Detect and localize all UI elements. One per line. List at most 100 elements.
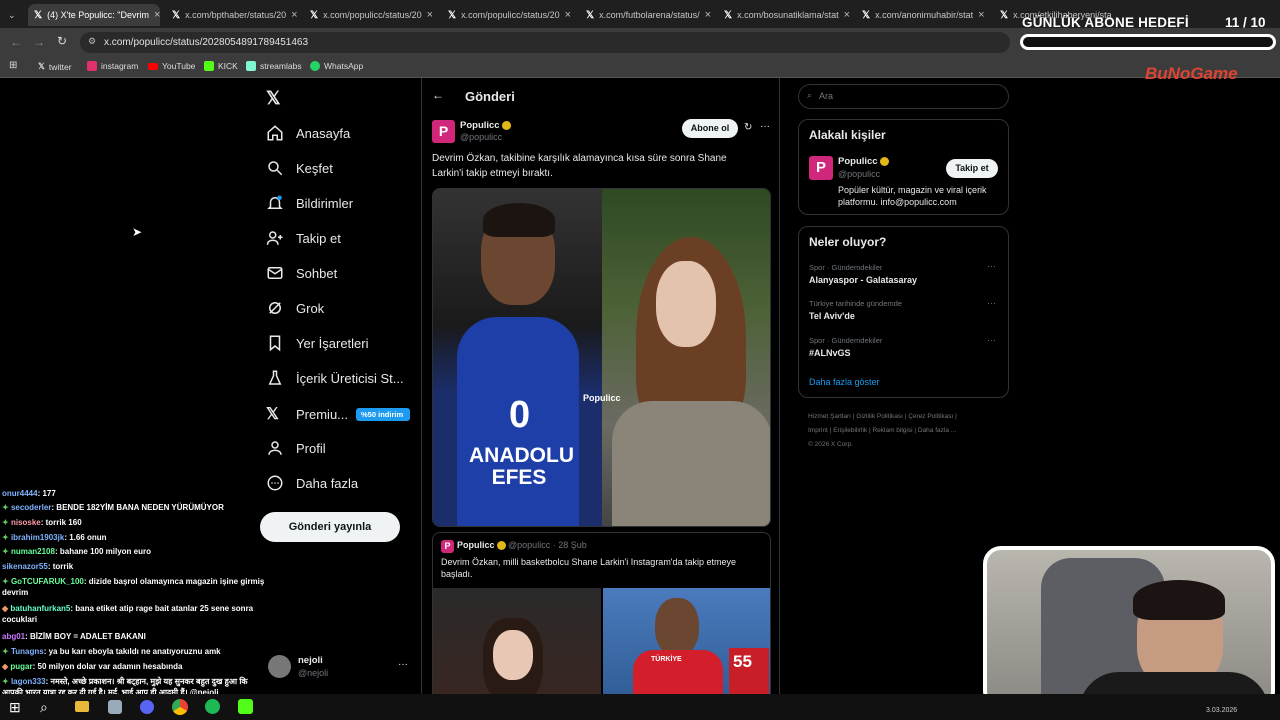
chat-text: : bahane 100 milyon euro — [54, 547, 151, 556]
spotify-icon[interactable] — [205, 699, 220, 714]
discord-icon[interactable] — [140, 700, 154, 714]
close-icon[interactable]: × — [427, 9, 433, 21]
apps-grid-icon[interactable]: ⊞ — [9, 60, 17, 71]
follow-button[interactable]: Takip et — [946, 159, 998, 178]
footer-link[interactable]: Daha fazla ... — [918, 427, 956, 434]
more-icon[interactable]: ··· — [987, 298, 996, 308]
footer-link[interactable]: Reklam bilgisi — [872, 427, 912, 434]
reload-icon[interactable]: ↻ — [57, 34, 67, 48]
url-input[interactable]: ⚙ x.com/populicc/status/2028054891789451… — [80, 32, 1010, 53]
bookmark-instagram[interactable]: instagram — [87, 61, 138, 71]
chat-message: ◆ pugar: 50 milyon dolar var adamın hesa… — [2, 661, 270, 672]
badge-icon: ✦ — [2, 677, 11, 686]
trend-item[interactable]: Spor · Gündemdekiler Alanyaspor - Galatas… — [809, 263, 999, 285]
post-button[interactable]: Gönderi yayınla — [260, 512, 400, 542]
tab-active[interactable]: 𝕏 (4) X'te Populicc: "Devrim × — [28, 4, 160, 26]
chat-user: numan2108 — [10, 547, 55, 556]
trend-item[interactable]: Spor · Gündemdekiler #ALNvGS — [809, 336, 999, 358]
app-icon[interactable] — [108, 700, 122, 714]
more-icon[interactable]: ··· — [760, 121, 770, 132]
close-icon[interactable]: × — [978, 9, 984, 21]
footer-link[interactable]: Erişilebilirlik — [833, 427, 867, 434]
trend-item[interactable]: Türkiye tarihinde gündemde Tel Aviv'de — [809, 299, 999, 321]
nav-profile[interactable]: Profil — [266, 439, 326, 457]
nav-premium[interactable]: 𝕏 Premiu... %50 indirim — [266, 404, 411, 424]
back-icon[interactable]: ← — [10, 35, 22, 49]
bookmark-youtube[interactable]: YouTube — [148, 61, 195, 71]
close-icon[interactable]: × — [565, 9, 571, 21]
author-avatar[interactable]: P — [432, 120, 455, 143]
file-explorer-icon[interactable] — [75, 701, 89, 712]
footer-link[interactable]: Imprint — [808, 427, 828, 434]
author-name-row[interactable]: Populicc — [460, 120, 511, 131]
show-more-link[interactable]: Daha fazla göster — [809, 377, 880, 387]
badge-icon: ✦ — [2, 647, 11, 656]
more-icon[interactable]: ··· — [398, 659, 408, 670]
nav-creator-studio[interactable]: İçerik Üreticisi St... — [266, 369, 404, 387]
site-info-icon[interactable]: ⚙ — [88, 36, 96, 47]
nav-chat[interactable]: Sohbet — [266, 264, 337, 282]
x-logo-icon[interactable]: 𝕏 — [266, 88, 281, 109]
close-icon[interactable]: × — [154, 9, 160, 21]
chrome-icon[interactable] — [172, 699, 188, 715]
nav-follow[interactable]: Takip et — [266, 229, 341, 247]
subscribe-button[interactable]: Abone ol — [682, 119, 738, 138]
tab-list-button[interactable]: ⌄ — [2, 4, 24, 26]
webcam-frame — [983, 546, 1275, 709]
bookmark-streamlabs[interactable]: streamlabs — [246, 61, 302, 71]
bookmark-whatsapp[interactable]: WhatsApp — [310, 61, 363, 71]
post-image[interactable]: 0 ANADOLU EFES Populicc — [432, 188, 771, 527]
nav-more[interactable]: Daha fazla — [266, 474, 358, 492]
nav-home[interactable]: Anasayfa — [266, 124, 350, 142]
back-arrow-icon[interactable]: ← — [432, 88, 444, 102]
footer-link[interactable]: Gizlilik Politikası — [856, 413, 903, 420]
related-name-row[interactable]: Populicc — [838, 156, 889, 167]
more-icon[interactable]: ··· — [987, 261, 996, 271]
nav-grok[interactable]: Grok — [266, 299, 324, 317]
footer-link[interactable]: Çerez Politikası — [908, 413, 953, 420]
search-input[interactable]: ⌕ Ara — [798, 84, 1009, 109]
kick-icon[interactable] — [238, 699, 253, 714]
tab[interactable]: 𝕏x.com/futbolarena/status/ × — [580, 4, 714, 26]
tab[interactable]: 𝕏x.com/bpthaber/status/20 × — [166, 4, 300, 26]
close-icon[interactable]: × — [844, 9, 850, 21]
tab[interactable]: 𝕏x.com/bosunatiklama/stat × — [718, 4, 852, 26]
forward-icon[interactable]: → — [33, 35, 45, 49]
tab[interactable]: 𝕏x.com/anonimuhabir/stat × — [856, 4, 990, 26]
footer-link[interactable]: Hizmet Şartları — [808, 413, 851, 420]
nav-notifications[interactable]: Bildirimler — [266, 194, 353, 212]
tab[interactable]: 𝕏x.com/populicc/status/20 × — [304, 4, 438, 26]
tab[interactable]: 𝕏x.com/populicc/status/20 × — [442, 4, 576, 26]
search-icon[interactable]: ⌕ — [40, 699, 48, 716]
windows-icon[interactable]: ⊞ — [9, 699, 21, 716]
chat-user: pugar — [10, 662, 33, 671]
grok-icon[interactable]: ↻ — [744, 122, 752, 133]
woman-photo — [602, 189, 770, 526]
add-user-icon — [266, 231, 283, 245]
close-icon[interactable]: × — [291, 9, 297, 21]
nav-explore[interactable]: Keşfet — [266, 159, 333, 177]
close-icon[interactable]: × — [705, 9, 711, 21]
player-photo: 0 ANADOLU EFES — [433, 189, 602, 526]
quoted-post[interactable]: P Populicc @populicc · 28 Şub Devrim Özk… — [432, 532, 771, 702]
chat-text: : BİZİM BOY = ADALET BAKANI — [25, 632, 146, 641]
author-handle: @populicc — [838, 169, 881, 179]
bookmark-label: instagram — [101, 61, 139, 71]
chat-message: ◆ batuhanfurkan5: bana etiket atip rage … — [2, 603, 270, 625]
avatar[interactable] — [268, 655, 291, 678]
more-icon[interactable]: ··· — [987, 335, 996, 345]
tab-label: (4) X'te Populicc: "Devrim — [47, 10, 150, 20]
bookmark-label: KICK — [218, 61, 238, 71]
account-name: nejoli — [298, 655, 323, 666]
chat-text: : 50 milyon dolar var adamın hesabında — [32, 662, 183, 671]
woman-coat — [612, 401, 770, 526]
user-icon — [268, 441, 282, 455]
bookmark-twitter[interactable]: 𝕏twitter — [38, 61, 72, 72]
search-placeholder: Ara — [819, 91, 834, 101]
bookmark-kick[interactable]: KICK — [204, 61, 238, 71]
bookmark-icon — [269, 335, 281, 352]
author-avatar[interactable]: P — [809, 156, 833, 180]
author-handle: @populicc — [460, 132, 503, 142]
x-logo-icon: 𝕏 — [586, 9, 595, 21]
nav-bookmarks[interactable]: Yer İşaretleri — [266, 334, 369, 352]
